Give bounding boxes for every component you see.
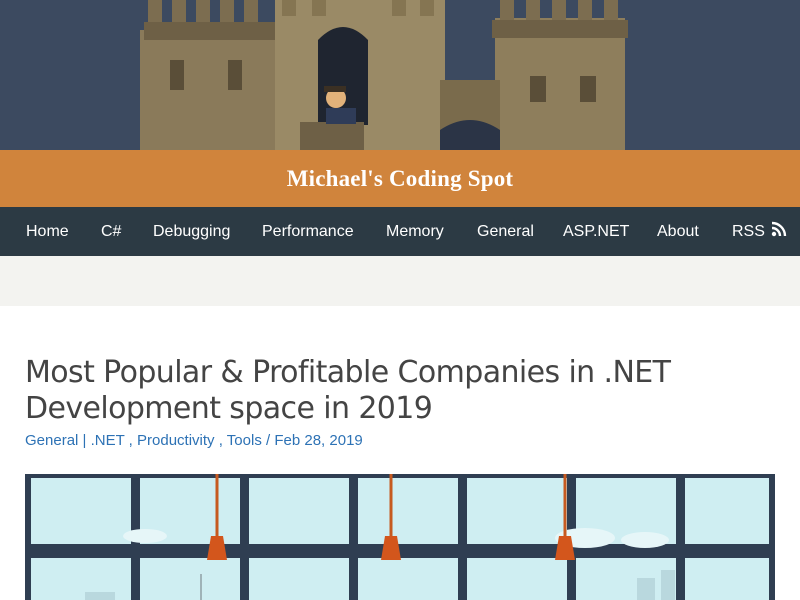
post-date: Feb 28, 2019 [274, 432, 363, 449]
nav-item-rss[interactable]: RSS [732, 207, 787, 256]
post-title[interactable]: Most Popular & Profitable Companies in .… [25, 355, 745, 427]
site-title-band: Michael's Coding Spot [0, 150, 800, 207]
site-title[interactable]: Michael's Coding Spot [287, 166, 514, 192]
separator: , [124, 432, 138, 449]
nav-item-home[interactable]: Home [26, 207, 69, 256]
main-nav: Home C# Debugging Performance Memory Gen… [0, 207, 800, 256]
nav-item-memory[interactable]: Memory [386, 207, 444, 256]
nav-item-debugging[interactable]: Debugging [153, 207, 230, 256]
post-meta: General | .NET , Productivity , Tools / … [25, 432, 363, 449]
separator: , [214, 432, 227, 449]
nav-item-aspnet[interactable]: ASP.NET [563, 207, 629, 256]
category-link-tools[interactable]: Tools [227, 432, 262, 449]
header-banner-image [0, 0, 800, 150]
category-link-general[interactable]: General [25, 432, 78, 449]
nav-item-about[interactable]: About [657, 207, 699, 256]
category-link-productivity[interactable]: Productivity [137, 432, 215, 449]
sub-header-band [0, 256, 800, 306]
nav-item-general[interactable]: General [477, 207, 534, 256]
nav-item-performance[interactable]: Performance [262, 207, 354, 256]
separator: | [78, 432, 91, 449]
rss-icon [771, 221, 787, 242]
featured-image [25, 474, 775, 600]
separator: / [261, 432, 275, 449]
category-link-dotnet[interactable]: .NET [91, 432, 125, 449]
nav-item-csharp[interactable]: C# [101, 207, 121, 256]
nav-item-rss-label: RSS [732, 222, 765, 240]
